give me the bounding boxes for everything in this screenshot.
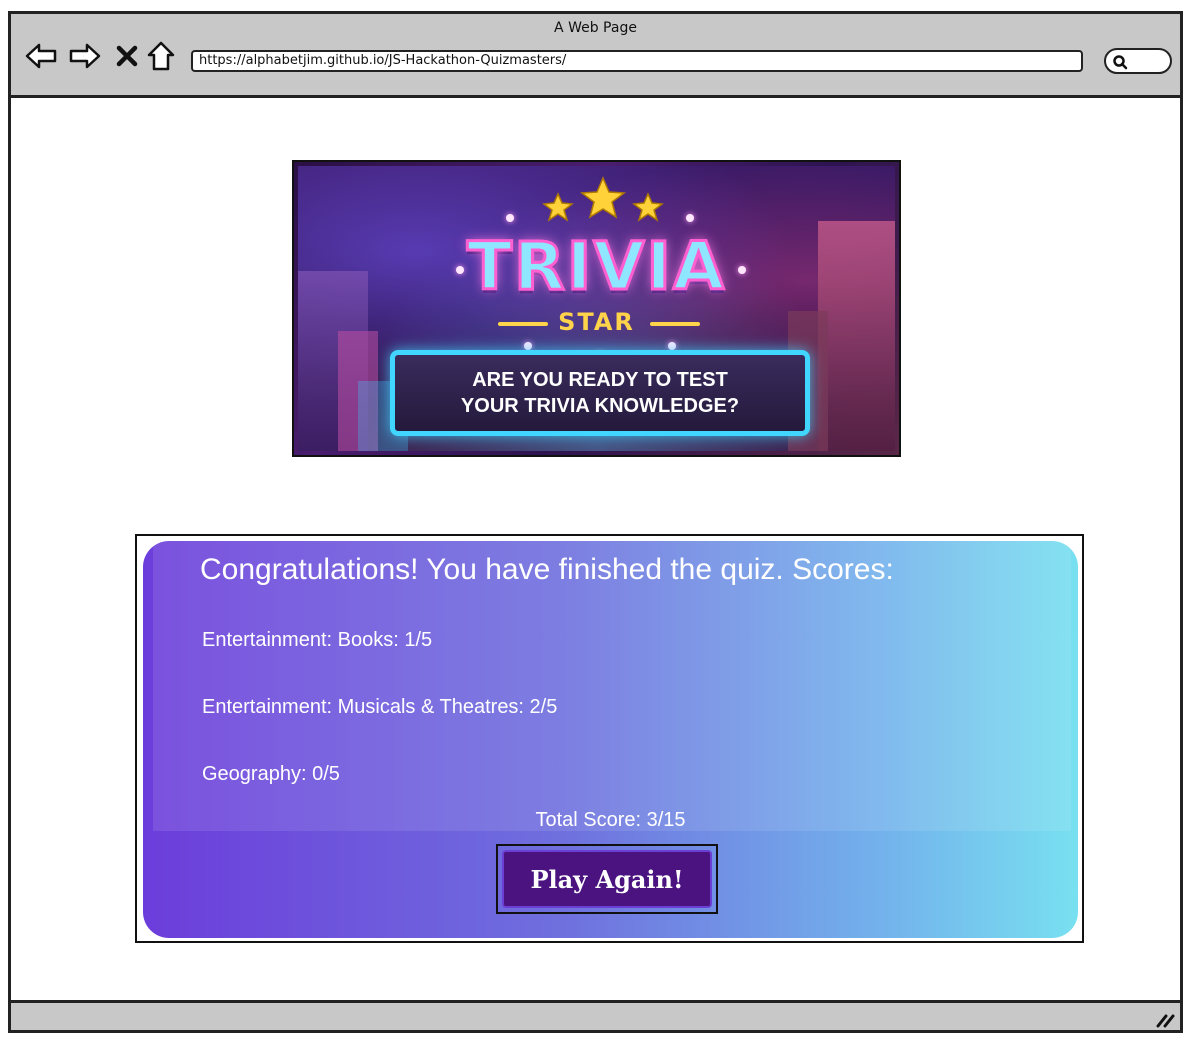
total-score: Total Score: 3/15 — [535, 809, 686, 831]
play-again-button[interactable]: Play Again! — [502, 850, 712, 908]
score-line: Entertainment: Books: 1/5 — [202, 629, 433, 651]
trivia-star-banner: TRIVIA STAR ARE YOU READY TO TEST YOUR T… — [292, 160, 901, 457]
search-icon — [1113, 55, 1128, 70]
results-card: Congratulations! You have finished the q… — [143, 541, 1078, 938]
browser-toolbar: A Web Page https://alphabetjim.github.io… — [11, 14, 1180, 98]
status-bar — [11, 1000, 1180, 1030]
address-bar[interactable]: https://alphabetjim.github.io/JS-Hackath… — [191, 50, 1083, 72]
forward-arrow-icon[interactable] — [69, 40, 101, 72]
score-line: Geography: 0/5 — [202, 763, 340, 785]
home-icon[interactable] — [145, 40, 177, 72]
resize-grip-icon[interactable] — [1154, 1008, 1176, 1028]
banner-tagline-box: ARE YOU READY TO TEST YOUR TRIVIA KNOWLE… — [390, 350, 810, 436]
banner-tagline-line2: YOUR TRIVIA KNOWLEDGE? — [460, 395, 740, 417]
star-subtitle: STAR — [558, 308, 635, 336]
back-arrow-icon[interactable] — [25, 40, 57, 72]
stars-icon — [542, 176, 664, 222]
results-heading: Congratulations! You have finished the q… — [200, 553, 894, 586]
search-box[interactable] — [1104, 48, 1172, 74]
banner-tagline-line1: ARE YOU READY TO TEST — [472, 369, 728, 391]
close-x-icon[interactable] — [111, 40, 143, 72]
score-line: Entertainment: Musicals & Theatres: 2/5 — [202, 696, 558, 718]
trivia-title: TRIVIA — [465, 227, 727, 307]
window-title: A Web Page — [554, 20, 637, 36]
play-again-outline: Play Again! — [496, 844, 718, 914]
